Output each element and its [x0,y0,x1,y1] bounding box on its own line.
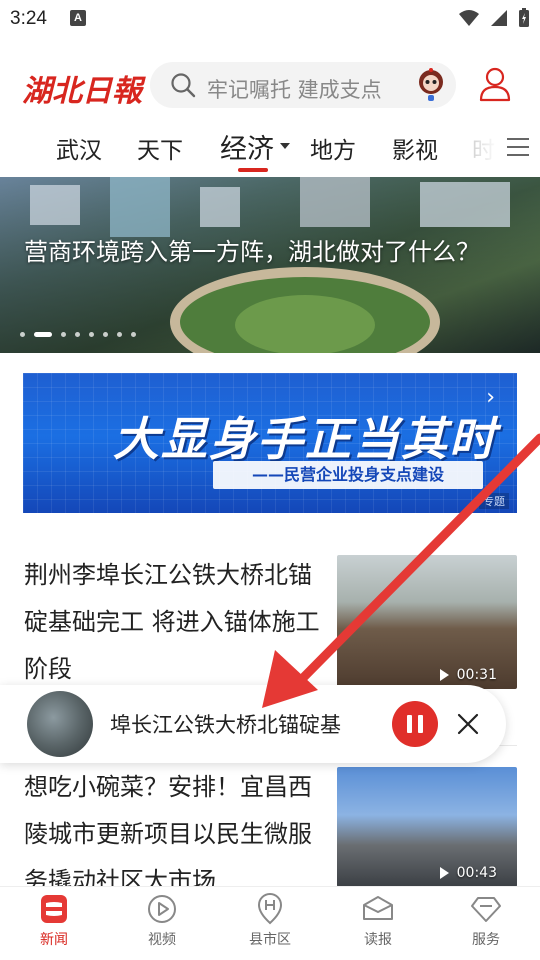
carousel-dot-active [34,332,52,337]
chevron-down-icon[interactable] [280,143,290,149]
carousel-dot [117,332,122,337]
play-icon [439,867,449,879]
tab-economy[interactable]: 经济 [220,127,274,166]
carousel-dot [61,332,66,337]
hero-photo-building [30,185,80,225]
app-header: 湖北日報 牢记嘱托 建成支点 [0,58,540,112]
pause-button[interactable] [392,701,438,747]
hero-carousel[interactable]: 营商环境跨入第一方阵，湖北做对了什么？ [0,177,540,353]
carousel-indicator [20,332,136,337]
bottom-navigation: 新闻 视频 县市区 读报 服务 [0,886,540,960]
duration-text: 00:31 [456,667,497,683]
carousel-dot [20,332,25,337]
nav-county[interactable]: 县市区 [230,893,310,949]
tab-wuhan[interactable]: 武汉 [56,131,102,165]
wifi-icon [459,10,479,26]
news-icon [41,895,67,923]
player-title[interactable]: 埠长江公铁大桥北锚碇基 [110,709,372,739]
news-thumbnail[interactable]: 00:31 [337,555,517,689]
tabs-fade [468,125,498,173]
nav-video[interactable]: 视频 [122,893,202,949]
banner-subtitle: ——民营企业投身支点建设 [213,461,483,489]
hero-photo-building [110,177,170,237]
news-item[interactable]: 想吃小碗菜？安排！宜昌西陵城市更新项目以民生微服务撬动社区大市场 00:43 [0,762,540,895]
tab-world[interactable]: 天下 [137,131,183,165]
nav-label: 读报 [364,932,392,948]
ai-assistant-icon[interactable] [414,67,448,103]
nav-service[interactable]: 服务 [446,893,526,949]
search-bar[interactable]: 牢记嘱托 建成支点 [150,62,456,108]
tab-video[interactable]: 影视 [392,131,438,165]
hero-photo-building [200,187,240,227]
news-item[interactable]: 荆州李埠长江公铁大桥北锚碇基础完工 将进入锚体施工阶段 00:31 [0,532,540,692]
carousel-dot [131,332,136,337]
menu-icon[interactable] [506,135,530,159]
play-icon [439,669,449,681]
banner-tag: 专题 [479,493,509,509]
county-icon [257,893,283,925]
carousel-dot [75,332,80,337]
news-title[interactable]: 荆州李埠长江公铁大桥北锚碇基础完工 将进入锚体施工阶段 [24,552,330,693]
signal-icon [491,10,507,26]
video-duration: 00:31 [439,667,497,683]
player-cover-image[interactable] [27,691,93,757]
search-icon [171,73,196,98]
status-time: 3:24 [10,8,47,29]
channel-tabs: 武汉 天下 经济 地方 影视 时 [0,125,540,177]
hero-photo-roundabout-center [235,295,375,353]
carousel-dot [89,332,94,337]
carousel-dot [103,332,108,337]
close-icon[interactable] [456,712,480,736]
hero-title[interactable]: 营商环境跨入第一方阵，湖北做对了什么？ [24,229,484,275]
nav-label: 视频 [148,932,176,948]
status-icons [458,8,530,28]
nav-label: 县市区 [249,932,291,948]
audio-player[interactable]: 埠长江公铁大桥北锚碇基 [0,685,506,763]
service-icon [471,897,501,922]
hero-photo-building [300,177,370,227]
status-bar: 3:24 A [0,0,540,40]
pause-icon [407,715,412,733]
hero-photo-building [420,182,510,227]
news-title[interactable]: 想吃小碗菜？安排！宜昌西陵城市更新项目以民生微服务撬动社区大市场 [24,764,330,905]
nav-label: 新闻 [40,932,68,948]
notification-icon: A [70,10,86,26]
tab-local[interactable]: 地方 [310,131,356,165]
banner-title: 大显身手正当其时 [113,412,497,466]
special-topic-banner[interactable]: 大显身手正当其时 ——民营企业投身支点建设 › 专题 [23,373,517,513]
nav-label: 服务 [472,932,500,948]
news-thumbnail[interactable]: 00:43 [337,767,517,887]
search-placeholder: 牢记嘱托 建成支点 [207,78,382,102]
nav-news[interactable]: 新闻 [14,893,94,949]
video-duration: 00:43 [439,865,497,881]
newspaper-icon [363,896,393,920]
user-profile-icon[interactable] [478,66,512,102]
duration-text: 00:43 [456,865,497,881]
app-logo[interactable]: 湖北日報 [22,66,142,110]
battery-icon [519,8,529,27]
pause-icon [418,715,423,733]
nav-newspaper[interactable]: 读报 [338,893,418,949]
active-tab-indicator [238,168,268,172]
chevron-right-icon: › [486,385,495,410]
hero-photo-roundabout [170,267,440,353]
video-icon [148,895,176,923]
